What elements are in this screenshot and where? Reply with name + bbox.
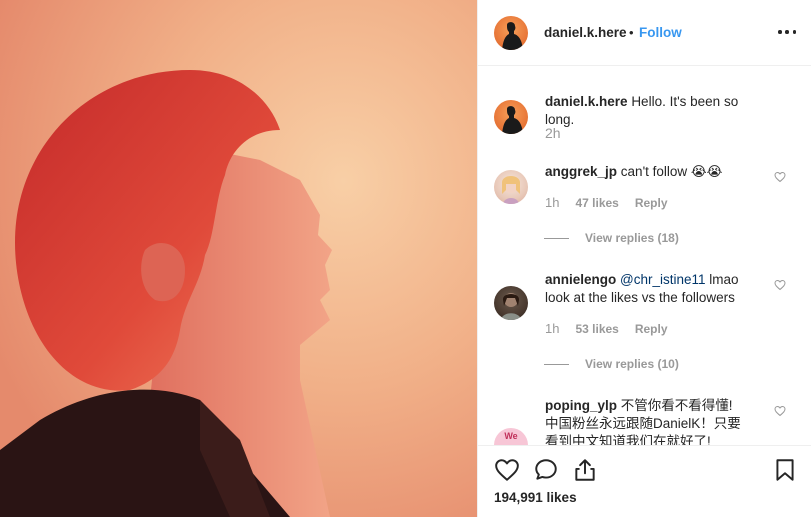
view-replies-label: View replies (10): [585, 357, 679, 371]
view-replies-button[interactable]: View replies (18): [544, 231, 679, 245]
comment-username[interactable]: annielengo: [545, 272, 616, 287]
comment-text: anggrek_jp can't follow 😭😭: [545, 163, 765, 181]
comment-meta: 1h 47 likes Reply: [545, 195, 668, 210]
comment-like-heart-icon[interactable]: [774, 405, 786, 417]
follow-button[interactable]: Follow: [639, 25, 682, 40]
comment-time[interactable]: 1h: [545, 195, 559, 210]
comment-likes[interactable]: 47 likes: [575, 196, 618, 210]
share-upload-icon[interactable]: [572, 457, 598, 483]
comment-time[interactable]: 1h: [545, 321, 559, 336]
post-likes-count[interactable]: 194,991 likes: [494, 490, 577, 505]
comments-list[interactable]: daniel.k.here Hello. It's been so long. …: [478, 67, 811, 445]
view-replies-label: View replies (18): [585, 231, 679, 245]
author-avatar[interactable]: [494, 16, 528, 50]
caption-author-avatar[interactable]: [494, 100, 528, 134]
comment-bubble-icon[interactable]: [533, 457, 559, 483]
comment-like-heart-icon[interactable]: [774, 279, 786, 291]
comment-mention-link[interactable]: @chr_istine11: [620, 272, 706, 287]
post-header: daniel.k.here • Follow: [478, 0, 811, 66]
comment-avatar[interactable]: [494, 286, 528, 320]
profile-portrait-image: [0, 0, 477, 517]
comment-text: annielengo @chr_istine11 lmao look at th…: [545, 271, 765, 307]
comment-body: 不管你看不看得懂!: [620, 398, 733, 413]
comment-body-line3: 看到中文知道我们在就好了!: [545, 434, 711, 445]
replies-divider: [544, 363, 569, 365]
caption-username[interactable]: daniel.k.here: [545, 94, 628, 109]
separator-dot: •: [629, 25, 634, 40]
comment-body: can't follow 😭😭: [620, 164, 723, 179]
author-username[interactable]: daniel.k.here: [544, 25, 627, 40]
comment-body-line2: look at the likes vs the followers: [545, 290, 735, 305]
comment-likes[interactable]: 53 likes: [575, 322, 618, 336]
post-photo[interactable]: [0, 0, 477, 517]
like-heart-icon[interactable]: [494, 457, 520, 483]
reply-button[interactable]: Reply: [635, 196, 668, 210]
user-photo-avatar-icon: [501, 293, 521, 320]
author-silhouette-icon: [502, 106, 523, 134]
comment-avatar[interactable]: We: [494, 428, 528, 445]
save-bookmark-icon[interactable]: [772, 457, 798, 483]
post-actions-bar: [478, 445, 811, 517]
caption-text: daniel.k.here Hello. It's been so long.: [545, 93, 765, 129]
comment-like-heart-icon[interactable]: [774, 171, 786, 183]
view-replies-button[interactable]: View replies (10): [544, 357, 679, 371]
author-silhouette-icon: [502, 22, 523, 50]
comment-meta: 1h 53 likes Reply: [545, 321, 668, 336]
comment-body: lmao: [705, 272, 739, 287]
caption-timestamp[interactable]: 2h: [545, 125, 561, 141]
anime-avatar-icon: [502, 176, 520, 204]
replies-divider: [544, 237, 569, 239]
comment-username[interactable]: poping_ylp: [545, 398, 617, 413]
more-options-icon[interactable]: [778, 23, 796, 41]
comment-username[interactable]: anggrek_jp: [545, 164, 617, 179]
reply-button[interactable]: Reply: [635, 322, 668, 336]
comment-body-line2: 中国粉丝永远跟随DanielK！只要: [545, 416, 741, 431]
post-details-panel: daniel.k.here • Follow daniel.k.here Hel…: [477, 0, 811, 517]
avatar-text: We: [504, 431, 518, 441]
comment-avatar[interactable]: [494, 170, 528, 204]
comment-text: poping_ylp 不管你看不看得懂! 中国粉丝永远跟随DanielK！只要 …: [545, 397, 775, 445]
